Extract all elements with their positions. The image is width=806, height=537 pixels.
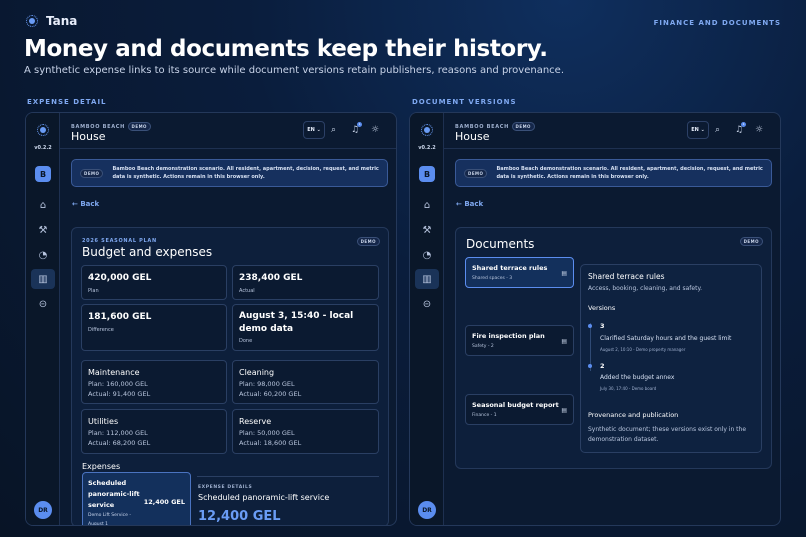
home-icon[interactable]: ⌂ (415, 195, 439, 215)
back-link[interactable]: ← Back (72, 200, 99, 208)
more-icon[interactable]: ⊝ (415, 294, 439, 314)
version-text: Clarified Saturday hours and the guest l… (600, 335, 732, 342)
banner-tag: DEMO (464, 168, 488, 178)
page-title: Money and documents keep their history. (24, 36, 548, 62)
documents-demo-tag: DEMO (739, 237, 763, 246)
page-subtitle: A synthetic expense links to its source … (24, 65, 564, 76)
header: BAMBOO BEACH DEMO House EN ⌄ ⌕ ♫ 1 ☼ (60, 113, 396, 149)
documents-title: Documents (466, 237, 535, 251)
hammer-icon[interactable]: ⚒ (31, 220, 55, 240)
provenance-label: Provenance and publication (588, 411, 679, 419)
version-dot (588, 364, 592, 368)
version-meta: July 30, 17:40 - Demo board (600, 386, 657, 391)
plan-stat: 420,000 GEL Plan (81, 265, 227, 300)
demo-banner: DEMO Bamboo Beach demonstration scenario… (71, 159, 388, 187)
expense-amount: 12,400 GEL (143, 498, 185, 506)
theme-icon[interactable]: ☼ (371, 125, 379, 135)
document-versions-label: DOCUMENT VERSIONS (412, 98, 517, 106)
expense-details-amount: 12,400 GEL (198, 509, 281, 524)
language-select[interactable]: EN ⌄ (687, 121, 709, 139)
hammer-icon[interactable]: ⚒ (415, 220, 439, 240)
back-link[interactable]: ← Back (456, 200, 483, 208)
top-label: FINANCE AND DOCUMENTS (653, 19, 781, 27)
documents-panel: v0.2.2 B ⌂ ⚒ ◔ ▥ ⊝ DR BAMBOO BEACH DEMO … (409, 112, 781, 526)
expense-row[interactable]: Scheduled panoramic-lift service 12,400 … (82, 472, 191, 526)
version-text: Added the budget annex (600, 374, 675, 381)
provenance-text: Synthetic document; these versions exist… (588, 426, 747, 443)
banner-tag: DEMO (80, 168, 104, 178)
category-reserve[interactable]: Reserve Plan: 50,000 GEL Actual: 18,600 GE… (232, 409, 379, 454)
budget-eyebrow: 2026 SEASONAL PLAN (82, 238, 157, 244)
more-icon[interactable]: ⊝ (31, 294, 55, 314)
doc-item-shared-terrace-rules[interactable]: Shared terrace rules Shared spaces - 3 ▤ (465, 257, 574, 288)
house-title: House (455, 130, 490, 143)
bell-icon[interactable]: ♫ 1 (735, 122, 747, 135)
version-meta: August 2, 10:10 - Demo property manager (600, 347, 686, 352)
document-detail: Shared terrace rules Access, booking, cl… (580, 264, 762, 453)
expense-panel: v0.2.2 B ⌂ ⚒ ◔ ▥ ⊝ DR BAMBOO BEACH DEMO … (25, 112, 397, 526)
detail-desc: Access, booking, cleaning, and safety. (588, 285, 703, 292)
category-utilities[interactable]: Utilities Plan: 112,000 GEL Actual: 68,200… (81, 409, 227, 454)
document-icon: ▤ (561, 407, 567, 414)
demo-tag: DEMO (127, 122, 151, 131)
home-icon[interactable]: ⌂ (31, 195, 55, 215)
building-button[interactable]: B (419, 166, 435, 182)
finance-icon[interactable]: ▥ (31, 269, 55, 289)
brand[interactable]: Tana (26, 14, 77, 28)
chat-icon[interactable]: ◔ (31, 245, 55, 265)
doc-item-seasonal-budget-report[interactable]: Seasonal budget report Finance - 1 ▤ (465, 394, 574, 425)
expenses-label: Expenses (82, 462, 121, 471)
budget-title: Budget and expenses (82, 245, 213, 259)
nav-rail: v0.2.2 B ⌂ ⚒ ◔ ▥ ⊝ DR (410, 113, 444, 525)
demo-tag: DEMO (511, 122, 535, 131)
search-icon[interactable]: ⌕ (715, 125, 720, 135)
brand-name: Tana (46, 14, 78, 28)
version-label: v0.2.2 (418, 145, 436, 151)
doc-item-fire-inspection-plan[interactable]: Fire inspection plan Safety - 2 ▤ (465, 325, 574, 356)
version-label: v0.2.2 (34, 145, 52, 151)
versions-label: Versions (588, 304, 616, 312)
done-stat: August 3, 15:40 - local demo data Done (232, 304, 379, 351)
banner-text: Bamboo Beach demonstration scenario. All… (496, 166, 763, 180)
expense-details-eyebrow: EXPENSE DETAILS (198, 485, 253, 490)
demo-banner: DEMO Bamboo Beach demonstration scenario… (455, 159, 772, 187)
category-cleaning[interactable]: Cleaning Plan: 98,000 GEL Actual: 60,200 G… (232, 360, 379, 404)
version-num: 3 (600, 322, 605, 330)
document-icon: ▤ (561, 270, 567, 277)
banner-text: Bamboo Beach demonstration scenario. All… (112, 166, 379, 180)
chat-icon[interactable]: ◔ (415, 245, 439, 265)
document-icon: ▤ (561, 338, 567, 345)
finance-icon[interactable]: ▥ (415, 269, 439, 289)
difference-stat: 181,600 GEL Difference (81, 304, 227, 351)
version-num: 2 (600, 362, 605, 370)
nav-rail: v0.2.2 B ⌂ ⚒ ◔ ▥ ⊝ DR (26, 113, 60, 525)
header: BAMBOO BEACH DEMO House EN ⌄ ⌕ ♫ 1 ☼ (444, 113, 780, 149)
budget-demo-tag: DEMO (356, 237, 380, 246)
divider (197, 476, 379, 477)
detail-title: Shared terrace rules (588, 272, 665, 281)
sun-home-icon[interactable] (31, 120, 55, 140)
theme-icon[interactable]: ☼ (755, 125, 763, 135)
expense-title: Scheduled panoramic-lift service (88, 479, 140, 509)
expense-meta: Demo Lift Service - August 1 (88, 513, 131, 526)
expense-details-title: Scheduled panoramic-lift service (198, 493, 330, 502)
search-icon[interactable]: ⌕ (331, 125, 336, 135)
bell-icon[interactable]: ♫ 1 (351, 122, 363, 135)
avatar[interactable]: DR (418, 501, 436, 519)
budget-card: 2026 SEASONAL PLAN Budget and expenses D… (71, 227, 389, 526)
avatar[interactable]: DR (34, 501, 52, 519)
actual-stat: 238,400 GEL Actual (232, 265, 379, 300)
category-maintenance[interactable]: Maintenance Plan: 160,000 GEL Actual: 91,4… (81, 360, 227, 404)
sun-logo-icon (26, 15, 38, 27)
notification-badge: 1 (741, 122, 747, 127)
house-title: House (71, 130, 106, 143)
version-dot (588, 324, 592, 328)
documents-card: Documents DEMO Shared terrace rules Share… (455, 227, 772, 469)
notification-badge: 1 (357, 122, 363, 127)
building-button[interactable]: B (35, 166, 51, 182)
language-select[interactable]: EN ⌄ (303, 121, 325, 139)
sun-home-icon[interactable] (415, 120, 439, 140)
expense-detail-label: EXPENSE DETAIL (27, 98, 107, 106)
